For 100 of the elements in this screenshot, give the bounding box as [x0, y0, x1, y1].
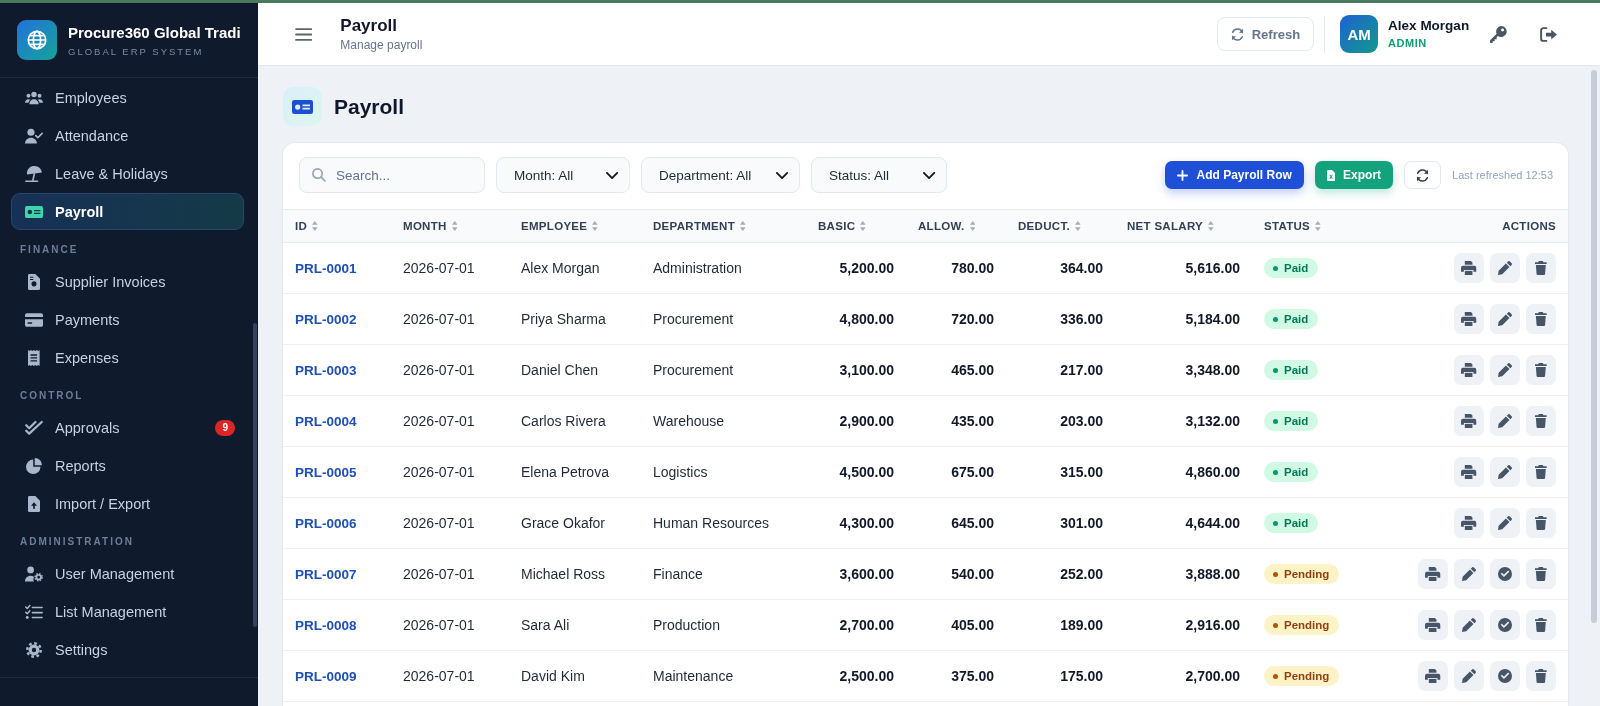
print-button[interactable]	[1454, 355, 1484, 385]
filter-select[interactable]: Status: All	[811, 157, 947, 193]
nav-item[interactable]: User Management	[11, 555, 244, 592]
reload-button[interactable]	[1404, 161, 1442, 189]
edit-button[interactable]	[1454, 610, 1484, 640]
search-field[interactable]: Search...	[299, 157, 485, 193]
delete-button[interactable]	[1526, 406, 1556, 436]
nav-item[interactable]: Leave & Holidays	[11, 155, 244, 192]
add-payroll-row-button[interactable]: Add Payroll Row	[1165, 161, 1304, 189]
column-header[interactable]: BASIC	[806, 210, 906, 242]
delete-button[interactable]	[1526, 355, 1556, 385]
print-button[interactable]	[1418, 610, 1448, 640]
logout-icon[interactable]	[1539, 26, 1557, 42]
refresh-button[interactable]: Refresh	[1216, 17, 1315, 51]
settings-icon	[26, 641, 42, 658]
pencil-icon	[1498, 312, 1512, 326]
print-button[interactable]	[1454, 508, 1484, 538]
payroll-id-link[interactable]: PRL-0002	[295, 311, 357, 327]
edit-button[interactable]	[1454, 559, 1484, 589]
delete-button[interactable]	[1526, 508, 1556, 538]
delete-button[interactable]	[1526, 661, 1556, 691]
payroll-id-link[interactable]: PRL-0009	[295, 668, 357, 684]
nav-item[interactable]: Supplier Invoices	[11, 263, 244, 300]
sort-icon	[451, 221, 458, 231]
nav-item[interactable]: Settings	[11, 631, 244, 668]
print-button[interactable]	[1454, 253, 1484, 283]
user-avatar[interactable]: AM	[1340, 15, 1379, 53]
month-date: 2026-07-01	[403, 617, 475, 633]
filter-select[interactable]: Department: All	[641, 157, 800, 193]
filter-select[interactable]: Month: All	[496, 157, 630, 193]
nav-item[interactable]: Employees	[11, 79, 244, 116]
department-name: Administration	[653, 260, 742, 276]
print-button[interactable]	[1418, 661, 1448, 691]
approve-button[interactable]	[1490, 610, 1520, 640]
delete-button[interactable]	[1526, 457, 1556, 487]
deduction-amount: 301.00	[1060, 515, 1103, 531]
sort-icon	[592, 221, 598, 231]
status-dot-icon	[1273, 571, 1278, 577]
edit-button[interactable]	[1490, 253, 1520, 283]
delete-button[interactable]	[1526, 559, 1556, 589]
trash-icon	[1535, 312, 1547, 326]
nav-item[interactable]: Reports	[11, 447, 244, 484]
edit-button[interactable]	[1490, 304, 1520, 334]
column-header[interactable]: DEDUCT.	[1006, 210, 1115, 242]
menu-icon[interactable]	[295, 27, 313, 41]
key-icon[interactable]	[1490, 25, 1507, 43]
payroll-id-link[interactable]: PRL-0005	[295, 464, 357, 480]
edit-button[interactable]	[1490, 457, 1520, 487]
count-badge: 9	[215, 419, 235, 436]
column-header[interactable]: ALLOW.	[906, 210, 1006, 242]
page-scrollbar[interactable]	[1591, 70, 1597, 623]
column-header[interactable]: NET SALARY	[1115, 210, 1252, 242]
header-title: Payroll	[340, 16, 399, 36]
trash-icon	[1535, 414, 1547, 428]
invoice-icon	[28, 273, 40, 290]
allowance-amount: 465.00	[951, 362, 994, 378]
deduction-amount: 364.00	[1060, 260, 1103, 276]
delete-button[interactable]	[1526, 253, 1556, 283]
delete-button[interactable]	[1526, 610, 1556, 640]
status-label: Paid	[1284, 261, 1309, 275]
nav-item[interactable]: Payments	[11, 301, 244, 338]
column-header[interactable]: EMPLOYEE	[509, 210, 641, 242]
basic-amount: 4,500.00	[839, 464, 894, 480]
column-header[interactable]: MONTH	[391, 210, 509, 242]
user-role: ADMIN	[1388, 37, 1428, 50]
delete-button[interactable]	[1526, 304, 1556, 334]
column-header[interactable]: STATUS	[1252, 210, 1392, 242]
edit-button[interactable]	[1490, 508, 1520, 538]
print-button[interactable]	[1454, 457, 1484, 487]
print-button[interactable]	[1454, 406, 1484, 436]
payroll-id-link[interactable]: PRL-0004	[295, 413, 357, 429]
deduction-amount: 175.00	[1060, 668, 1103, 684]
nav-item[interactable]: Import / Export	[11, 485, 244, 522]
nav-item[interactable]: Payroll	[11, 193, 244, 230]
print-button[interactable]	[1454, 304, 1484, 334]
nav-item[interactable]: List Management	[11, 593, 244, 630]
sidebar-scrollbar[interactable]	[253, 323, 257, 627]
payroll-id-link[interactable]: PRL-0008	[295, 617, 357, 633]
printer-icon	[1461, 363, 1477, 377]
approve-button[interactable]	[1490, 661, 1520, 691]
approve-button[interactable]	[1490, 559, 1520, 589]
payroll-id-link[interactable]: PRL-0007	[295, 566, 357, 582]
column-header[interactable]: DEPARTMENT	[641, 210, 806, 242]
printer-icon	[1461, 312, 1477, 326]
edit-button[interactable]	[1490, 406, 1520, 436]
payroll-id-link[interactable]: PRL-0003	[295, 362, 357, 378]
nav-item[interactable]: Attendance	[11, 117, 244, 154]
status-label: Paid	[1284, 414, 1309, 428]
department-name: Warehouse	[653, 413, 725, 429]
status-label: Paid	[1284, 312, 1309, 326]
payroll-id-link[interactable]: PRL-0006	[295, 515, 357, 531]
status-dot-icon	[1273, 469, 1278, 475]
edit-button[interactable]	[1454, 661, 1484, 691]
payroll-id-link[interactable]: PRL-0001	[295, 260, 357, 276]
edit-button[interactable]	[1490, 355, 1520, 385]
employee-name: Daniel Chen	[521, 362, 599, 378]
nav-item[interactable]: Approvals 9	[11, 409, 244, 446]
column-header[interactable]: ID	[283, 210, 391, 242]
nav-item[interactable]: Expenses	[11, 339, 244, 376]
print-button[interactable]	[1418, 559, 1448, 589]
